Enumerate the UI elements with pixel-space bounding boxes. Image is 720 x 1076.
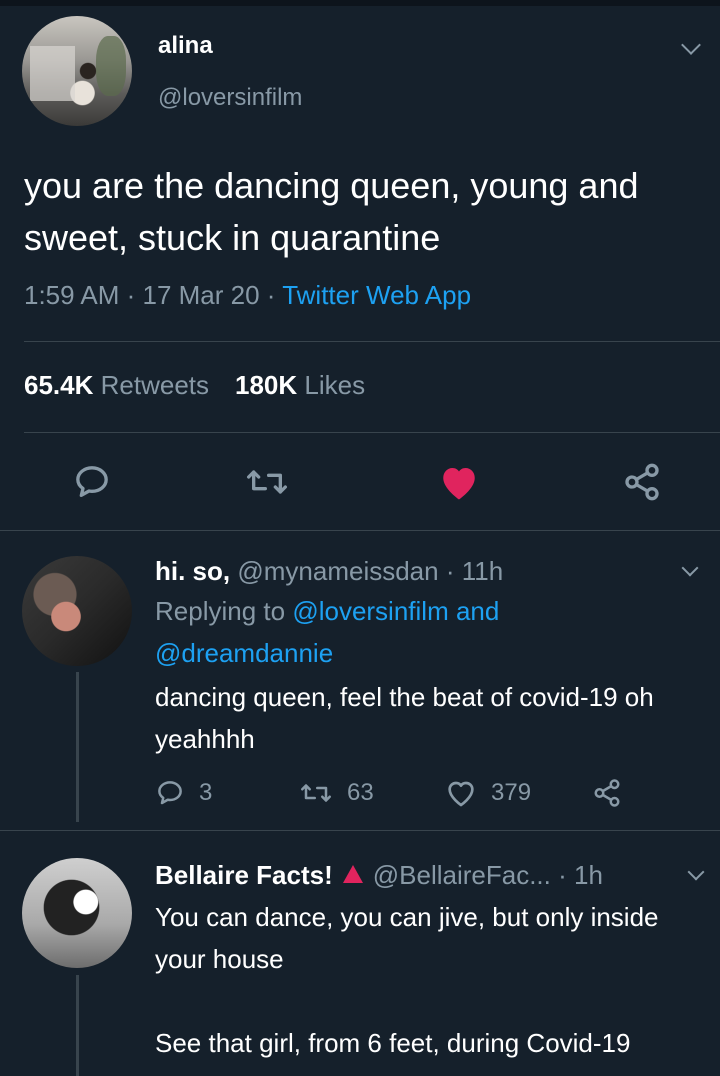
author-handle[interactable]: @loversinfilm [158,84,302,112]
avatar[interactable] [22,858,132,968]
tweet-actions [0,462,720,502]
reply-icon [158,781,182,805]
likes-label: Likes [304,370,366,400]
avatar[interactable] [22,556,132,666]
reply-text-line: See that girl, from 6 feet, during Covid… [155,1028,631,1058]
paragraph-break [155,980,715,1022]
chevron-down-icon[interactable] [687,863,705,881]
tweet-stats: 65.4K Retweets 180K Likes [24,370,365,401]
reply-timestamp: · 1h [558,860,603,890]
reply-count: 3 [199,779,213,806]
reply-text: You can dance, you can jive, but only in… [155,896,715,1064]
reply-timestamp: · 11h [445,556,504,586]
tweet-text: you are the dancing queen, young and swe… [24,165,639,258]
reply-header: hi. so, @mynameissdan · 11h [155,556,503,587]
tweet-meta: 1:59 AM · 17 Mar 20 · Twitter Web App [24,280,471,311]
tweet-timestamp: 1:59 AM · 17 Mar 20 · [24,280,283,310]
thread-line [76,672,79,822]
mention-link[interactable]: @dreamdannie [155,638,333,668]
replying-to: Replying to @loversinfilm and @dreamdann… [155,590,715,674]
like-count: 379 [491,779,532,806]
reply-text-line: You can dance, you can jive, but only in… [155,902,659,974]
share-icon[interactable] [620,462,664,507]
reply-text: dancing queen, feel the beat of covid-19… [155,682,654,754]
thread-line [76,975,79,1076]
share-icon[interactable] [592,778,636,808]
reply-actions: 3 63 379 [155,778,655,812]
mention-link[interactable]: @loversinfilm [292,596,448,626]
retweets-label: Retweets [100,370,210,400]
heart-icon [448,781,474,807]
retweet-button[interactable]: 63 [299,778,374,808]
author-name[interactable]: alina [158,32,213,60]
heart-icon[interactable] [438,462,480,507]
divider [24,341,720,342]
avatar-background [96,36,126,96]
likes-stat[interactable]: 180K Likes [235,370,365,400]
reply-header: Bellaire Facts! @BellaireFac... · 1h [155,860,603,891]
chevron-down-icon[interactable] [681,35,701,55]
likes-count: 180K [235,370,298,400]
retweets-stat[interactable]: 65.4K Retweets [24,370,209,400]
reply-button[interactable]: 3 [155,778,212,808]
avatar-background [30,46,75,101]
like-button[interactable]: 379 [445,778,531,808]
retweet-count: 63 [347,779,374,806]
reply-author-handle[interactable]: @mynameissdan [237,556,438,586]
avatar[interactable] [22,16,132,126]
divider [0,830,720,831]
reply-author-name[interactable]: Bellaire Facts! [155,860,333,890]
retweet-icon [301,784,331,802]
chevron-down-icon[interactable] [681,559,699,577]
top-bar [0,0,720,6]
divider [24,432,720,433]
reply-author-name[interactable]: hi. so, [155,556,230,586]
warning-icon [342,865,363,883]
replying-to-prefix: Replying to [155,596,286,626]
tweet-source-link[interactable]: Twitter Web App [282,280,471,310]
reply-author-handle[interactable]: @BellaireFac... [373,860,551,890]
retweets-count: 65.4K [24,370,94,400]
replying-and: and [455,596,500,626]
reply-icon[interactable] [72,462,112,507]
divider [0,530,720,531]
retweet-icon[interactable] [245,462,289,507]
